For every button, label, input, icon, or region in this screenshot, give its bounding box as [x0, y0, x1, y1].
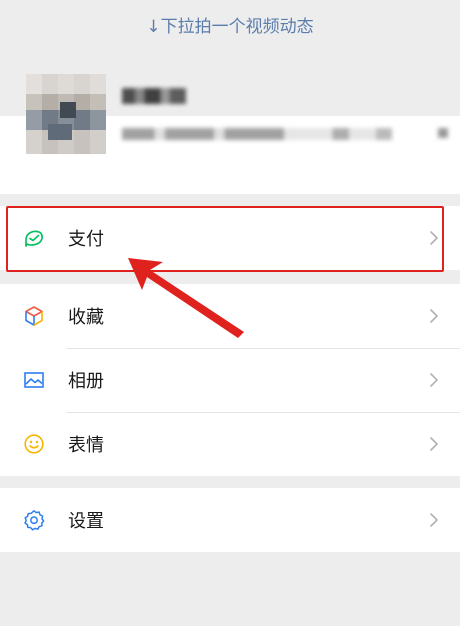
menu-item-settings[interactable]: 设置: [0, 488, 460, 552]
chevron-right-icon: [430, 373, 438, 387]
chevron-right-icon: [430, 437, 438, 451]
menu-item-stickers[interactable]: 表情: [0, 412, 460, 476]
chevron-right-icon: [430, 231, 438, 245]
cube-icon: [22, 304, 46, 328]
settings-group: 设置: [0, 488, 460, 552]
smile-icon: [22, 432, 46, 456]
menu-item-label: 设置: [68, 511, 104, 532]
avatar-detail: [60, 102, 76, 118]
gear-icon: [22, 508, 46, 532]
profile-header[interactable]: [0, 48, 460, 194]
menu-item-label: 相册: [68, 371, 104, 392]
menu-item-favorites[interactable]: 收藏: [0, 284, 460, 348]
image-icon: [22, 368, 46, 392]
pay-group: 支付: [0, 206, 460, 270]
collection-group: 收藏 相册 表情: [0, 284, 460, 476]
pull-down-hint: ↓下拉拍一个视频动态: [146, 16, 314, 37]
menu-item-label: 支付: [68, 229, 104, 250]
blurred-qr-icon[interactable]: [438, 128, 448, 138]
blurred-username: [122, 88, 186, 104]
avatar[interactable]: [26, 74, 106, 154]
menu-item-album[interactable]: 相册: [0, 348, 460, 412]
wallet-icon: [22, 226, 46, 250]
chevron-right-icon: [430, 513, 438, 527]
menu-item-label: 收藏: [68, 307, 104, 328]
chevron-right-icon: [430, 309, 438, 323]
menu-item-pay[interactable]: 支付: [0, 206, 460, 270]
avatar-detail: [48, 124, 72, 140]
menu-item-label: 表情: [68, 435, 104, 456]
blurred-account-id: [122, 128, 392, 140]
